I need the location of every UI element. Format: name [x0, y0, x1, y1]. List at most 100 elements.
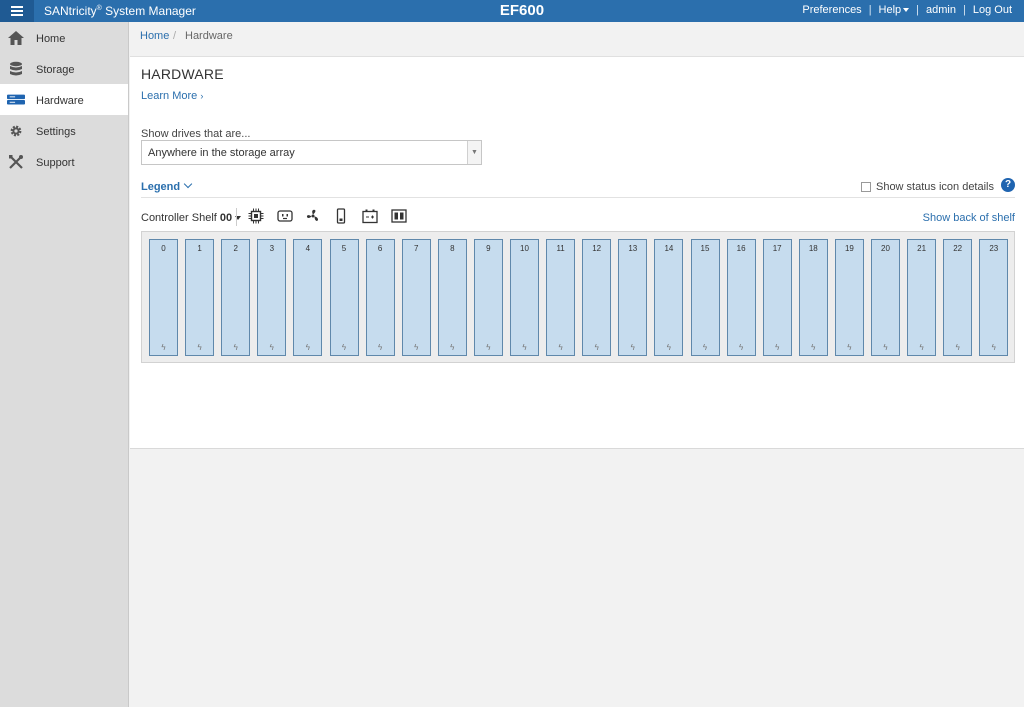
shelf-view-icon[interactable]: [391, 208, 407, 224]
sidebar-item-settings[interactable]: Settings: [0, 115, 128, 146]
drive-bay-number: 12: [592, 244, 602, 253]
power-supply-icon[interactable]: [277, 208, 293, 224]
drive-bay-number: 17: [772, 244, 782, 253]
database-icon: [7, 61, 25, 77]
drive-status-icon: ϟ: [991, 343, 996, 352]
drive-status-icon: ϟ: [883, 343, 888, 352]
drive-bay[interactable]: 20 ϟ: [871, 239, 900, 356]
drive-status-icon: ϟ: [738, 343, 744, 352]
drive-status-icon: ϟ: [414, 343, 419, 352]
drive-bay[interactable]: 21 ϟ: [907, 239, 937, 356]
chevron-down-icon: [183, 179, 193, 189]
breadcrumb-home-link[interactable]: Home: [140, 30, 169, 42]
drive-bay[interactable]: 0ϟ: [149, 239, 178, 356]
drive-bay[interactable]: 12 ϟ: [582, 239, 612, 356]
drive-bay-number: 3: [269, 244, 275, 253]
drive-bay-number: 14: [664, 244, 674, 253]
dropdown-arrow-icon: ▼: [467, 141, 481, 164]
drive-bay[interactable]: 1ϟ: [185, 239, 215, 356]
fan-icon[interactable]: [305, 208, 321, 224]
sidebar-item-home[interactable]: Home: [0, 22, 128, 53]
help-menu[interactable]: Help: [879, 4, 910, 16]
drive-bay[interactable]: 9ϟ: [473, 239, 503, 356]
drive-bay[interactable]: 4ϟ: [293, 239, 323, 356]
drive-status-icon: ϟ: [305, 343, 310, 352]
battery-icon[interactable]: [362, 208, 378, 224]
legend-toggle[interactable]: Legend: [141, 179, 193, 193]
controller-icon[interactable]: [248, 208, 264, 224]
user-link[interactable]: admin: [926, 4, 956, 16]
drive-bay[interactable]: 17 ϟ: [762, 239, 792, 356]
drive-bay[interactable]: 14 ϟ: [654, 239, 684, 356]
preferences-link[interactable]: Preferences: [802, 4, 861, 16]
drive-bay[interactable]: 10 ϟ: [510, 239, 539, 356]
drive-filter-select[interactable]: Anywhere in the storage array ▼: [141, 140, 482, 165]
sidebar-item-label: Support: [36, 157, 75, 169]
learn-more-link[interactable]: Learn More ›: [141, 90, 203, 102]
page-footer-area: [130, 449, 1024, 707]
sidebar-item-hardware[interactable]: Hardware: [0, 84, 128, 115]
hardware-panel: HARDWARE Learn More › Show drives that a…: [130, 57, 1024, 449]
drive-status-icon: ϟ: [161, 343, 166, 352]
drive-bay-number: 20: [881, 244, 890, 253]
top-nav: Preferences | Help | admin | Log Out: [802, 4, 1012, 16]
drive-status-icon: ϟ: [666, 343, 671, 352]
drive-filter-value: Anywhere in the storage array: [148, 147, 295, 159]
drive-status-icon: ϟ: [955, 343, 960, 352]
logout-link[interactable]: Log Out: [973, 4, 1012, 16]
drive-status-icon: ϟ: [702, 343, 708, 352]
drive-bay[interactable]: 19 ϟ: [834, 239, 864, 356]
drive-bay[interactable]: 11 ϟ: [546, 239, 576, 356]
drive-bay[interactable]: 16 ϟ: [726, 239, 756, 356]
drive-status-icon: ϟ: [486, 343, 491, 352]
drive-status-icon: ϟ: [594, 343, 599, 352]
sidebar-item-label: Storage: [36, 64, 75, 76]
drive-status-icon: ϟ: [197, 343, 202, 352]
main-area: Home / Hardware HARDWARE Learn More › Sh…: [130, 22, 1024, 707]
hardware-icon: [7, 92, 25, 108]
drive-bay[interactable]: 22 ϟ: [943, 239, 973, 356]
sidebar-item-support[interactable]: Support: [0, 146, 128, 177]
sidebar-item-storage[interactable]: Storage: [0, 53, 128, 84]
drive-status-icon: ϟ: [630, 343, 635, 352]
drive-status-icon: ϟ: [341, 343, 347, 352]
drive-bay-number: 13: [628, 244, 638, 253]
drive-bay[interactable]: 13 ϟ: [618, 239, 648, 356]
breadcrumb: Home / Hardware: [130, 22, 1024, 57]
toolbar-divider: [236, 208, 237, 226]
drive-status-icon: ϟ: [775, 343, 780, 352]
drive-icon[interactable]: [333, 208, 349, 224]
drive-status-icon: ϟ: [269, 343, 274, 352]
drive-bay[interactable]: 2ϟ: [221, 239, 251, 356]
drive-bay[interactable]: 23 ϟ: [979, 239, 1009, 356]
drive-status-icon: ϟ: [811, 343, 816, 352]
drive-bay[interactable]: 7ϟ: [401, 239, 431, 356]
drive-bay[interactable]: 8ϟ: [437, 239, 467, 356]
drive-bay[interactable]: 3ϟ: [257, 239, 287, 356]
help-icon[interactable]: ?: [1001, 178, 1015, 192]
status-details-checkbox[interactable]: [860, 182, 871, 192]
sidebar-item-label: Settings: [36, 126, 76, 138]
drive-bay[interactable]: 18 ϟ: [798, 239, 828, 356]
drive-bay[interactable]: 5ϟ: [329, 239, 359, 356]
shelf-selector[interactable]: Controller Shelf 00: [141, 212, 242, 224]
sidebar-item-label: Home: [36, 33, 66, 45]
breadcrumb-separator: /: [173, 30, 177, 42]
drive-filter-label: Show drives that are...: [141, 128, 251, 140]
chevron-right-icon: ›: [200, 91, 204, 101]
drive-bay-number: 22: [953, 244, 963, 253]
drive-bay-number: 6: [377, 244, 383, 253]
drive-status-icon: ϟ: [377, 343, 383, 352]
drive-bay[interactable]: 6ϟ: [365, 239, 395, 356]
sidebar-item-label: Hardware: [36, 95, 84, 107]
sidebar: Home Storage Hardware Settings Support: [0, 22, 129, 707]
drive-bay-number: 1: [197, 244, 202, 253]
top-bar: SANtricity® System Manager EF600 Prefere…: [0, 0, 1024, 22]
drive-bay-number: 19: [844, 244, 854, 253]
drive-bay-number: 10: [520, 244, 529, 253]
drive-bay[interactable]: 15 ϟ: [690, 239, 720, 356]
drive-bay-number: 21: [917, 244, 927, 253]
show-back-of-shelf-link[interactable]: Show back of shelf: [923, 212, 1015, 224]
tools-icon: [7, 154, 25, 170]
status-details-toggle[interactable]: Show status icon details: [860, 181, 994, 193]
